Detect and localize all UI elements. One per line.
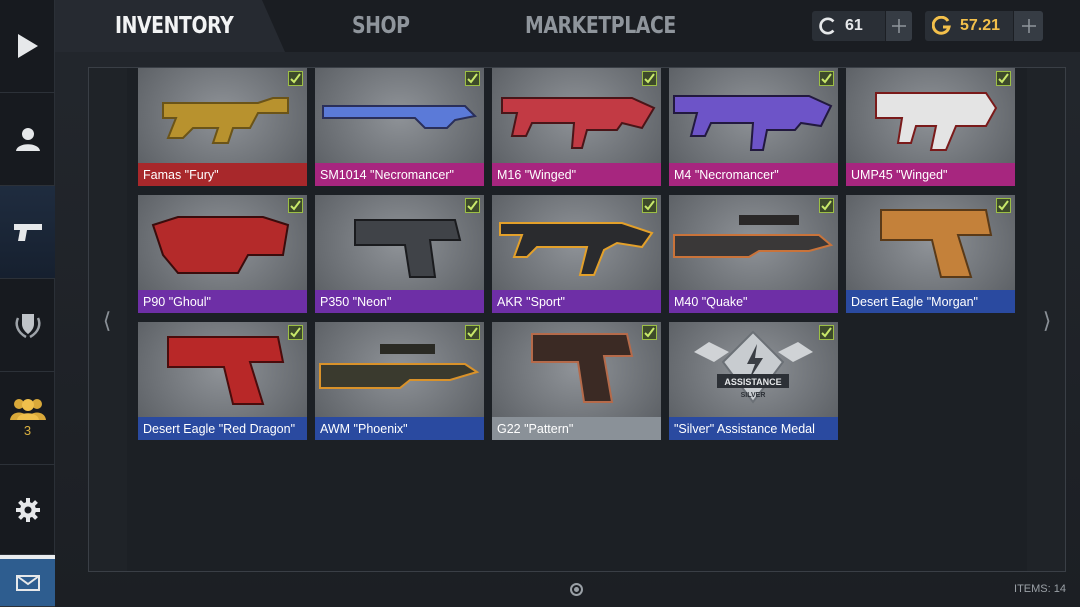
inventory-item-card[interactable]: Famas "Fury" xyxy=(138,68,307,186)
weapon-image xyxy=(501,97,656,149)
inventory-item-card[interactable]: M16 "Winged" xyxy=(492,68,661,186)
inventory-item-card[interactable]: G22 "Pattern" xyxy=(492,322,661,440)
page-indicator[interactable] xyxy=(570,583,583,596)
weapon-image xyxy=(531,333,634,403)
equipped-check-icon xyxy=(642,325,657,340)
play-button[interactable] xyxy=(0,0,55,93)
weapon-image xyxy=(673,215,834,258)
weapon-image xyxy=(880,209,993,278)
medal-subtext: SILVER xyxy=(741,392,766,399)
mail-button[interactable] xyxy=(0,555,55,607)
equipped-check-icon xyxy=(996,71,1011,86)
coins-balance: 61 xyxy=(812,11,912,41)
add-gold-button[interactable] xyxy=(1013,11,1043,41)
top-bar: INVENTORY SHOP MARKETPLACE 61 57.21 xyxy=(55,0,1080,52)
coins-value: 61 xyxy=(844,17,863,34)
item-name-label: AKR "Sport" xyxy=(492,290,661,313)
item-name-label: UMP45 "Winged" xyxy=(846,163,1015,186)
prev-page-arrow[interactable]: ⟨ xyxy=(92,306,122,336)
item-name-label: P90 "Ghoul" xyxy=(138,290,307,313)
inventory-item-card[interactable]: P90 "Ghoul" xyxy=(138,195,307,313)
inventory-panel: ⟨ ⟩ Famas "Fury" SM1014 "Necromancer" M16 … xyxy=(88,67,1066,572)
item-name-label: AWM "Phoenix" xyxy=(315,417,484,440)
plus-icon xyxy=(1021,19,1036,33)
next-page-arrow[interactable]: ⟩ xyxy=(1032,306,1062,336)
envelope-icon xyxy=(15,574,40,591)
weapon-image xyxy=(151,216,290,274)
equipped-check-icon xyxy=(288,198,303,213)
tab-marketplace[interactable]: MARKETPLACE xyxy=(525,0,676,52)
equipped-check-icon xyxy=(642,198,657,213)
medal-image: ASSISTANCE SILVER xyxy=(694,330,813,404)
shield-laurel-icon xyxy=(14,314,41,339)
equipped-check-icon xyxy=(642,71,657,86)
inventory-item-card[interactable]: SM1014 "Necromancer" xyxy=(315,68,484,186)
item-name-label: SM1014 "Necromancer" xyxy=(315,163,484,186)
inventory-item-card[interactable]: P350 "Neon" xyxy=(315,195,484,313)
inventory-item-card[interactable]: Desert Eagle "Red Dragon" xyxy=(138,322,307,440)
profile-button[interactable] xyxy=(0,93,55,186)
equipped-check-icon xyxy=(819,71,834,86)
sidebar: 3 xyxy=(0,0,55,607)
equipped-check-icon xyxy=(288,325,303,340)
inventory-item-card[interactable]: M4 "Necromancer" xyxy=(669,68,838,186)
add-coins-button[interactable] xyxy=(884,11,912,41)
inventory-item-card[interactable]: AWM "Phoenix" xyxy=(315,322,484,440)
equipped-check-icon xyxy=(819,325,834,340)
profile-icon xyxy=(15,128,40,151)
plus-icon xyxy=(891,19,906,33)
weapon-image xyxy=(162,97,289,144)
play-icon xyxy=(17,34,38,58)
equipped-check-icon xyxy=(465,198,480,213)
tab-inventory[interactable]: INVENTORY xyxy=(55,0,285,52)
inventory-item-card[interactable]: AKR "Sport" xyxy=(492,195,661,313)
pistol-icon xyxy=(13,224,42,241)
equipped-check-icon xyxy=(819,198,834,213)
item-name-label: Famas "Fury" xyxy=(138,163,307,186)
inventory-item-card[interactable]: ASSISTANCE SILVER "Silver" Assistance Meda… xyxy=(669,322,838,440)
items-count: ITEMS: 14 xyxy=(1014,583,1066,595)
tab-shop[interactable]: SHOP xyxy=(352,0,410,52)
item-name-label: Desert Eagle "Red Dragon" xyxy=(138,417,307,440)
group-icon xyxy=(9,399,46,420)
equipped-check-icon xyxy=(996,198,1011,213)
medal-text: ASSISTANCE xyxy=(724,377,781,387)
settings-button[interactable] xyxy=(0,465,55,555)
gear-icon xyxy=(15,497,40,522)
item-name-label: M4 "Necromancer" xyxy=(669,163,838,186)
weapon-image xyxy=(673,95,833,151)
app-root: 3 INVENTORY SHOP MARKETPLACE 61 57.21 ⟨ … xyxy=(0,0,1080,607)
inventory-item-card[interactable]: Desert Eagle "Morgan" xyxy=(846,195,1015,313)
weapon-image xyxy=(322,105,478,129)
item-name-label: "Silver" Assistance Medal xyxy=(669,417,838,440)
coin-icon xyxy=(819,17,835,35)
gold-value: 57.21 xyxy=(960,17,1001,34)
gold-balance: 57.21 xyxy=(925,11,1043,41)
clan-button[interactable]: 3 xyxy=(0,372,55,465)
item-name-label: M16 "Winged" xyxy=(492,163,661,186)
item-name-label: Desert Eagle "Morgan" xyxy=(846,290,1015,313)
weapon-image xyxy=(354,219,462,278)
item-name-label: M40 "Quake" xyxy=(669,290,838,313)
inventory-nav-button[interactable] xyxy=(0,186,55,279)
weapon-image xyxy=(167,336,285,405)
item-name-label: P350 "Neon" xyxy=(315,290,484,313)
achievements-button[interactable] xyxy=(0,279,55,372)
equipped-check-icon xyxy=(465,71,480,86)
inventory-item-card[interactable]: M40 "Quake" xyxy=(669,195,838,313)
weapon-image xyxy=(319,344,480,389)
inventory-item-card[interactable]: UMP45 "Winged" xyxy=(846,68,1015,186)
weapon-image xyxy=(875,92,998,151)
clan-count: 3 xyxy=(23,423,32,438)
gold-icon xyxy=(932,16,951,35)
weapon-image xyxy=(499,222,654,276)
equipped-check-icon xyxy=(288,71,303,86)
item-name-label: G22 "Pattern" xyxy=(492,417,661,440)
equipped-check-icon xyxy=(465,325,480,340)
inventory-grid: Famas "Fury" SM1014 "Necromancer" M16 "Win… xyxy=(138,68,1018,448)
